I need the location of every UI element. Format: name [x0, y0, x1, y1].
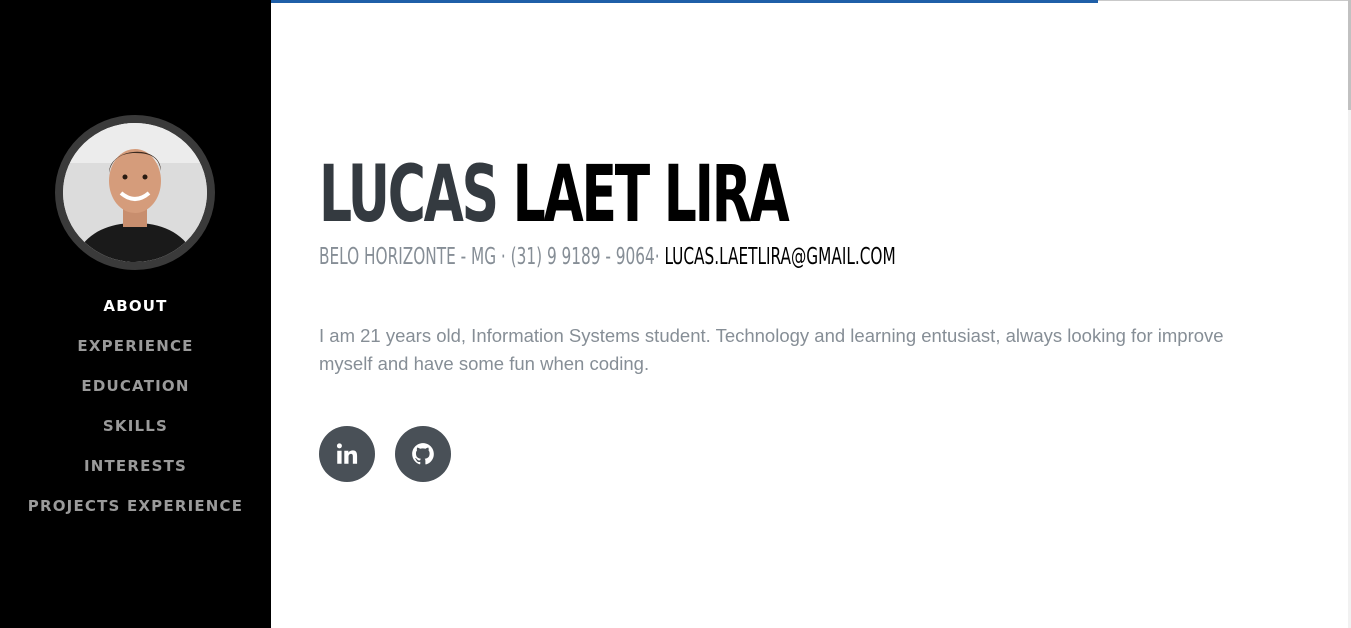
email-link[interactable]: LUCAS.LAETLIRA@GMAIL.COM	[664, 244, 895, 270]
about-section: LUCAS LAET LIRA BELO HORIZONTE - MG · (3…	[271, 0, 1351, 628]
github-icon	[412, 443, 434, 465]
first-name: LUCAS	[319, 150, 499, 240]
nav-link-education[interactable]: Education	[0, 366, 271, 406]
profile-avatar	[55, 115, 215, 270]
nav-link-experience[interactable]: Experience	[0, 326, 271, 366]
address-phone: BELO HORIZONTE - MG · (31) 9 9189 - 9064…	[319, 244, 660, 270]
sidebar-nav: About Experience Education Skills Intere…	[0, 286, 271, 526]
nav-link-skills[interactable]: Skills	[0, 406, 271, 446]
avatar-photo	[63, 123, 207, 262]
last-name: LAET LIRA	[512, 150, 790, 240]
sidebar: About Experience Education Skills Intere…	[0, 0, 271, 628]
page-title: LUCAS LAET LIRA	[319, 150, 790, 240]
github-button[interactable]	[395, 426, 451, 482]
contact-line: BELO HORIZONTE - MG · (31) 9 9189 - 9064…	[319, 243, 896, 271]
social-icons	[319, 426, 451, 482]
nav-link-interests[interactable]: Interests	[0, 446, 271, 486]
nav-link-about[interactable]: About	[0, 286, 271, 326]
nav-link-projects-experience[interactable]: Projects Experience	[0, 486, 271, 526]
bio-text: I am 21 years old, Information Systems s…	[319, 325, 1224, 374]
linkedin-button[interactable]	[319, 426, 375, 482]
linkedin-icon	[336, 443, 358, 464]
